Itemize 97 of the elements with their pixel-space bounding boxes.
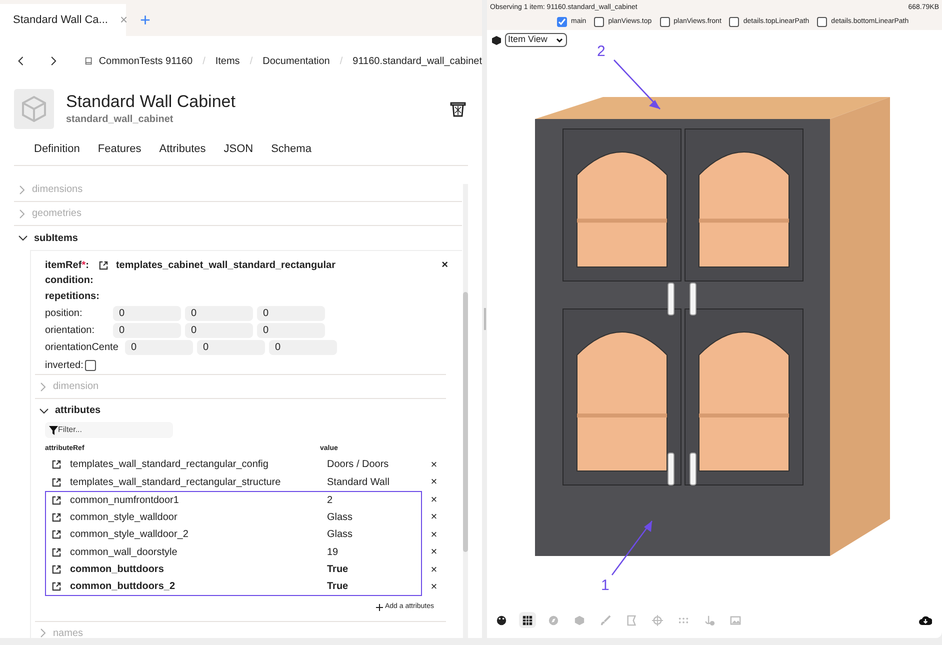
section-header[interactable]: subItems <box>14 226 462 250</box>
item-title: Standard Wall Cabinet <box>66 92 236 112</box>
breadcrumb-link[interactable]: Documentation <box>262 54 330 68</box>
nav-tab[interactable]: JSON <box>224 141 254 160</box>
book-icon <box>84 56 92 66</box>
external-link-icon[interactable] <box>52 512 61 522</box>
image-icon <box>730 614 741 626</box>
attribute-value: True <box>327 563 350 578</box>
external-link-icon[interactable] <box>52 548 61 557</box>
frame-icon <box>626 614 637 626</box>
number-field[interactable]: 0 <box>185 323 253 338</box>
back-button[interactable] <box>18 55 24 67</box>
grid-icon <box>522 614 533 626</box>
attribute-value: Glass <box>327 528 354 542</box>
anchor-icon <box>704 614 715 626</box>
item-ref-link[interactable]: templates_cabinet_wall_standard_rectangular <box>116 258 442 272</box>
number-field[interactable]: 0 <box>125 340 193 355</box>
external-link-icon[interactable] <box>52 565 61 574</box>
annotation-number: 1 <box>601 576 610 596</box>
external-link-icon[interactable] <box>52 530 61 540</box>
toolbar-button[interactable] <box>519 612 536 628</box>
field-label: condition: <box>45 274 94 288</box>
breadcrumb-link[interactable]: 91160.standard_wall_cabinet <box>352 54 482 68</box>
remove-button[interactable]: × <box>422 579 446 596</box>
cube-icon <box>492 36 501 44</box>
nav-tab[interactable]: Schema <box>271 141 312 160</box>
forward-button[interactable] <box>50 55 57 67</box>
annotation-number: 2 <box>597 42 606 62</box>
attribute-value: Doors / Doors <box>327 458 390 472</box>
item-subtitle: standard_wall_cabinet <box>66 112 174 126</box>
nav-tab[interactable]: Features <box>98 141 142 160</box>
remove-button[interactable]: × <box>422 492 446 508</box>
external-link-icon[interactable] <box>98 260 108 270</box>
checkbox[interactable] <box>85 360 96 370</box>
remove-button[interactable]: × <box>422 456 446 473</box>
number-field[interactable]: 0 <box>185 306 253 321</box>
attribute-value: Glass <box>327 510 354 525</box>
attribute-value: True <box>327 580 350 594</box>
field-label: inverted: <box>45 358 84 372</box>
attribute-value: 19 <box>327 546 340 560</box>
number-field[interactable]: 0 <box>197 340 265 355</box>
remove-button[interactable]: × <box>422 526 446 543</box>
number-field[interactable]: 0 <box>113 306 181 321</box>
nav-tab[interactable]: Attributes <box>159 141 206 160</box>
external-link-icon[interactable] <box>52 496 61 505</box>
attribute-name: common_style_walldoor_2 <box>70 528 190 542</box>
breadcrumb-separator: / <box>250 54 253 68</box>
attribute-value: Standard Wall <box>327 476 390 490</box>
number-field[interactable]: 0 <box>113 323 181 338</box>
field-label: itemRef <box>45 258 82 272</box>
remove-button[interactable]: × <box>422 509 446 526</box>
plus-icon <box>376 604 383 611</box>
remove-button[interactable]: × <box>442 256 448 274</box>
crosshair-icon <box>652 614 663 626</box>
remove-button[interactable]: × <box>422 562 446 578</box>
attribute-name: common_style_walldoor <box>70 510 178 525</box>
attribute-name: common_wall_doorstyle <box>70 546 178 560</box>
field-label: orientation: <box>45 324 96 338</box>
attribute-value: 2 <box>327 494 334 508</box>
breadcrumb-link[interactable]: CommonTests 91160 <box>98 54 193 68</box>
view-select[interactable]: Item View <box>505 33 567 47</box>
filter-field[interactable]: Filter... <box>45 422 173 438</box>
filter-icon <box>49 426 58 434</box>
caret-icon <box>556 38 563 42</box>
required-mark: * <box>82 258 86 272</box>
breadcrumb-separator: / <box>340 54 343 68</box>
number-field[interactable]: 0 <box>269 340 337 355</box>
field-label: repetitions: <box>45 290 100 304</box>
external-link-icon[interactable] <box>52 478 61 487</box>
nav-tab[interactable]: Definition <box>34 141 80 160</box>
brush-icon <box>600 614 611 626</box>
annotation-arrow <box>611 520 653 576</box>
external-link-icon[interactable] <box>52 582 61 592</box>
attribute-name: templates_wall_standard_rectangular_config <box>70 458 270 472</box>
breadcrumb-separator: / <box>202 54 206 68</box>
number-field[interactable]: 0 <box>257 306 325 321</box>
field-label: orientationCente <box>45 341 120 355</box>
trash-button[interactable] <box>450 101 466 117</box>
document-tab[interactable]: Standard Wall Ca... × <box>0 4 126 36</box>
number-field[interactable]: 0 <box>257 323 325 338</box>
remove-button[interactable]: × <box>422 474 446 490</box>
cube-icon <box>14 89 54 129</box>
attribute-name: templates_wall_standard_rectangular_structure <box>70 476 282 490</box>
cube-icon <box>574 614 585 626</box>
attribute-name: common_buttdoors <box>70 563 165 578</box>
annotation-arrow <box>614 60 660 110</box>
attribute-name: common_buttdoors_2 <box>70 580 176 594</box>
external-link-icon[interactable] <box>52 460 61 470</box>
breadcrumb-link[interactable]: Items <box>215 54 240 68</box>
attribute-name: common_numfrontdoor1 <box>70 494 180 508</box>
check-icon <box>558 18 566 26</box>
cloud-download-button[interactable] <box>919 615 932 625</box>
scrollbar-thumb[interactable] <box>463 292 468 552</box>
field-label: position: <box>45 307 84 321</box>
remove-button[interactable]: × <box>422 544 446 560</box>
compass-icon <box>548 614 559 626</box>
field-label: : <box>86 258 89 272</box>
